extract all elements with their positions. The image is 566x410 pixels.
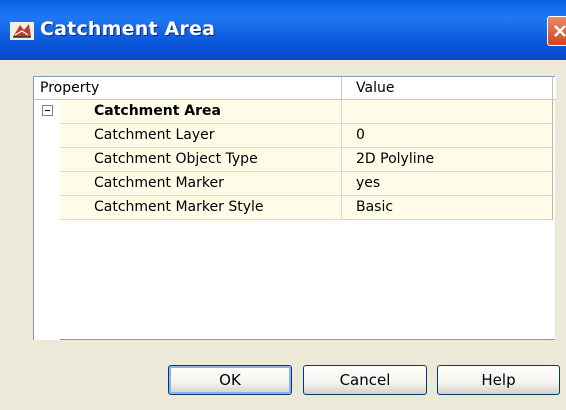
- ok-button[interactable]: OK: [168, 365, 292, 395]
- property-row[interactable]: Catchment Marker yes: [34, 172, 556, 196]
- close-icon: [554, 25, 566, 37]
- property-name-cell: Catchment Marker Style: [60, 196, 342, 220]
- property-value-cell[interactable]: 2D Polyline: [342, 148, 553, 172]
- help-button[interactable]: Help: [437, 365, 560, 395]
- collapse-icon[interactable]: [42, 105, 53, 116]
- window-title: Catchment Area: [40, 18, 216, 40]
- cancel-button[interactable]: Cancel: [303, 365, 427, 395]
- dialog-body: Property Value Catchment Area Catchment …: [0, 60, 566, 410]
- title-bar[interactable]: Catchment Area: [0, 0, 566, 60]
- property-row[interactable]: Catchment Object Type 2D Polyline: [34, 148, 556, 172]
- grid-header: Property Value: [34, 77, 556, 100]
- column-header-property[interactable]: Property: [34, 77, 342, 99]
- category-value-cell: [342, 100, 553, 124]
- property-value-cell[interactable]: 0: [342, 124, 553, 148]
- column-header-value[interactable]: Value: [342, 77, 553, 99]
- category-label: Catchment Area: [94, 103, 221, 119]
- property-name-cell: Catchment Layer: [60, 124, 342, 148]
- property-value-cell[interactable]: Basic: [342, 196, 553, 220]
- property-row[interactable]: Catchment Marker Style Basic: [34, 196, 556, 220]
- property-name-cell: Catchment Object Type: [60, 148, 342, 172]
- property-name-cell: Catchment Marker: [60, 172, 342, 196]
- property-grid[interactable]: Property Value Catchment Area Catchment …: [33, 76, 556, 340]
- app-icon: [10, 22, 34, 40]
- property-value-cell[interactable]: yes: [342, 172, 553, 196]
- close-button[interactable]: [547, 16, 566, 46]
- category-row[interactable]: Catchment Area: [34, 100, 556, 124]
- property-row[interactable]: Catchment Layer 0: [34, 124, 556, 148]
- category-name-cell: Catchment Area: [60, 100, 342, 124]
